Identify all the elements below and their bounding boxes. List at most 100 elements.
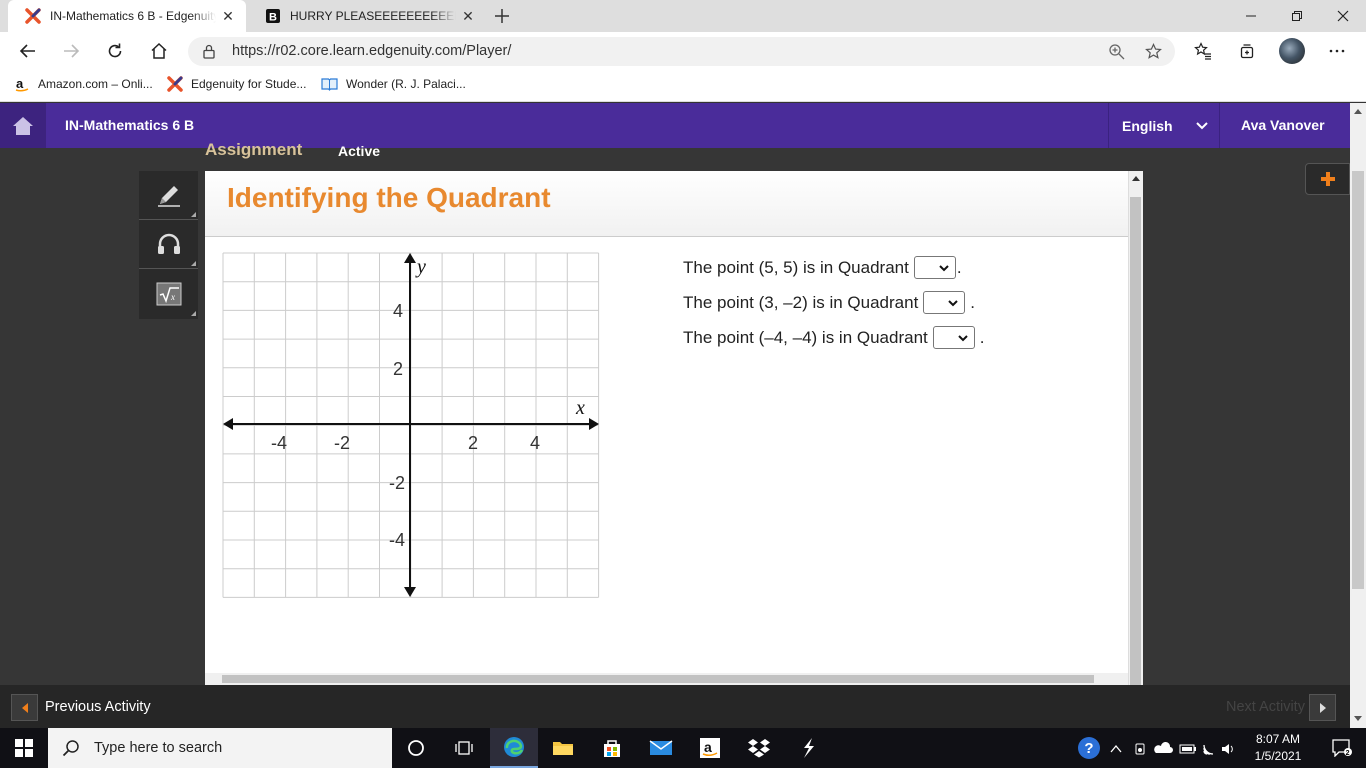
svg-text:B: B [269, 12, 277, 24]
amazon-button[interactable]: a [686, 728, 734, 768]
plus-icon [1320, 172, 1335, 186]
next-activity-button[interactable] [1309, 694, 1336, 721]
mail-icon [649, 740, 673, 755]
file-explorer-button[interactable] [539, 728, 587, 768]
course-home-button[interactable] [0, 103, 46, 148]
forward-arrow-icon [64, 44, 80, 58]
task-view-button[interactable] [440, 728, 488, 768]
quadrant-dropdown[interactable] [923, 291, 966, 314]
question-row: The point (5, 5) is in Quadrant . [683, 256, 962, 279]
x-tick-label: 2 [468, 433, 478, 453]
show-hidden-icon [1110, 744, 1122, 753]
home-icon [151, 42, 167, 59]
plus-icon [495, 9, 509, 23]
highlighter-tool-button[interactable] [139, 171, 198, 220]
new-tab-button[interactable] [491, 5, 513, 27]
settings-menu-button[interactable] [1322, 36, 1352, 66]
restore-button[interactable] [1274, 0, 1320, 32]
favorites-icon [1194, 42, 1211, 60]
coordinate-plane: y x -4 -2 2 4 4 2 -2 -4 [221, 251, 601, 599]
mail-button[interactable] [637, 728, 685, 768]
cortana-button[interactable] [392, 728, 440, 768]
lightning-icon [804, 738, 814, 758]
dropbox-icon [748, 739, 770, 758]
favorites-button[interactable] [1188, 36, 1218, 66]
taskbar-search[interactable]: Type here to search [48, 728, 392, 768]
search-icon [62, 740, 79, 757]
collections-icon [1240, 44, 1254, 59]
refresh-icon [108, 43, 122, 58]
bookmark-wonder[interactable]: Wonder (R. J. Palaci... [321, 76, 466, 92]
profile-avatar[interactable] [1279, 38, 1305, 64]
edge-taskbar-button[interactable] [490, 728, 538, 768]
next-activity-label[interactable]: Next Activity [1226, 699, 1305, 715]
language-label: English [1122, 117, 1173, 134]
tab-title: HURRY PLEASEEEEEEEEEEE. A co [290, 9, 456, 23]
bookmark-amazon[interactable]: a Amazon.com – Onli... [14, 76, 153, 92]
edge-icon [504, 737, 524, 757]
clock-date: 1/5/2021 [1254, 749, 1302, 763]
question-text: The point (–4, –4) is in Quadrant [683, 327, 928, 347]
clock-time: 8:07 AM [1255, 732, 1301, 746]
bookmark-label: Edgenuity for Stude... [191, 77, 307, 91]
refresh-button[interactable] [100, 36, 130, 66]
audio-tool-button[interactable] [139, 220, 198, 269]
cortana-icon [408, 740, 424, 756]
language-select[interactable]: English [1108, 103, 1220, 148]
page-scroll-thumb[interactable] [1352, 171, 1364, 589]
dropbox-button[interactable] [735, 728, 783, 768]
onedrive-icon [1154, 742, 1173, 753]
status-label: Active [338, 143, 381, 159]
close-tab-icon[interactable]: ✕ [456, 8, 480, 25]
brainly-favicon-icon: B [264, 7, 282, 25]
close-icon [1337, 10, 1349, 22]
close-tab-icon[interactable]: ✕ [216, 8, 240, 25]
panel-scroll-thumb[interactable] [1130, 197, 1141, 685]
x-axis-left-arrow [223, 418, 233, 430]
scroll-down-icon [1354, 716, 1362, 721]
address-bar[interactable]: https://r02.core.learn.edgenuity.com/Pla… [188, 37, 1175, 66]
zoom-icon [1109, 44, 1125, 60]
user-name[interactable]: Ava Vanover [1241, 117, 1325, 133]
close-window-button[interactable] [1320, 0, 1366, 32]
amazon-icon: a [15, 76, 29, 92]
forward-button[interactable] [56, 36, 86, 66]
notification-button[interactable]: 2 [1318, 728, 1366, 768]
calculator-tool-button[interactable]: x [139, 269, 198, 318]
minimize-button[interactable] [1228, 0, 1274, 32]
restore-icon [1292, 11, 1302, 21]
volume-icon [1222, 744, 1229, 754]
collections-button[interactable] [1232, 36, 1262, 66]
star-icon [1145, 43, 1162, 59]
home-button[interactable] [144, 36, 174, 66]
bookmark-edgenuity[interactable]: Edgenuity for Stude... [167, 76, 306, 92]
back-arrow-icon [19, 44, 35, 58]
panel-horizontal-scroll-thumb[interactable] [222, 675, 1094, 683]
help-icon[interactable]: ? [1078, 737, 1100, 759]
taskbar-clock[interactable]: 8:07 AM 1/5/2021 [1252, 731, 1304, 765]
headphones-icon [157, 233, 180, 254]
question-text: The point (5, 5) is in Quadrant [683, 257, 909, 277]
question-period: . [979, 327, 985, 347]
pencil-icon [157, 186, 180, 207]
back-button[interactable] [13, 36, 43, 66]
question-row: The point (–4, –4) is in Quadrant . [683, 326, 984, 349]
previous-activity-button[interactable] [11, 694, 38, 721]
browser-tab-edgenuity[interactable]: IN-Mathematics 6 B - Edgenuity ✕ [8, 0, 246, 32]
chevron-down-icon [1195, 121, 1208, 129]
app-button[interactable] [784, 728, 832, 768]
question-period: . [956, 257, 962, 277]
house-icon [13, 116, 33, 135]
store-button[interactable] [588, 728, 636, 768]
lock-icon [203, 44, 215, 59]
y-tick-label: 4 [393, 301, 403, 321]
quadrant-dropdown[interactable] [932, 326, 975, 349]
previous-activity-label[interactable]: Previous Activity [45, 699, 151, 715]
start-button[interactable] [0, 728, 48, 768]
browser-tab-brainly[interactable]: B HURRY PLEASEEEEEEEEEEE. A co ✕ [248, 0, 486, 32]
expand-tools-button[interactable] [1305, 163, 1350, 195]
quadrant-dropdown[interactable] [913, 256, 956, 279]
book-icon [321, 78, 338, 91]
amazon-app-icon: a [700, 738, 720, 758]
square-root-icon: x [156, 282, 181, 305]
